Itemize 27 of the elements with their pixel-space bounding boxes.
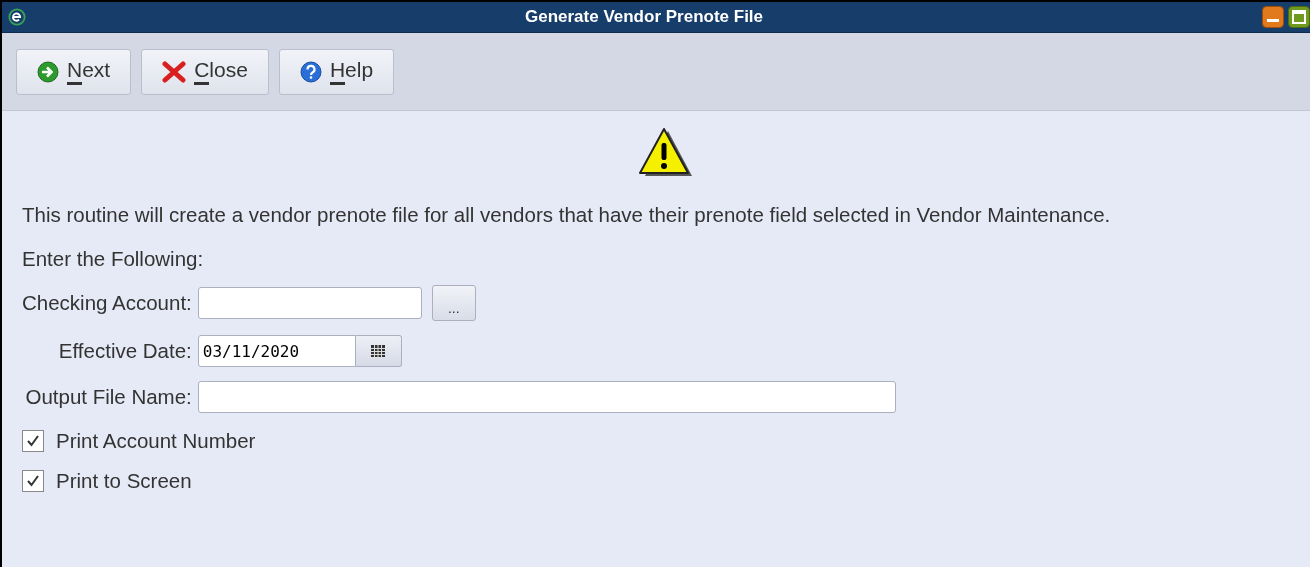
input-field[interactable] xyxy=(197,381,896,413)
check-icon xyxy=(25,473,41,489)
checkbox-label: Print to Screen xyxy=(56,469,192,493)
field-label: Checking Account: xyxy=(22,291,192,315)
message-text: This routine will create a vendor prenote file for all vendors that have their prenote field selected in Vendor Maintenance. xyxy=(22,202,1112,228)
warning-icon xyxy=(637,127,695,179)
help-icon xyxy=(299,60,322,83)
toolbar-button[interactable]: Next xyxy=(16,48,132,95)
input-field[interactable] xyxy=(197,287,422,319)
window-title: Generate Vendor Prenote File xyxy=(523,7,765,27)
prompt-text: Enter the Following: xyxy=(22,246,205,272)
lookup-button[interactable]: ... xyxy=(431,285,476,321)
toolbar-button[interactable]: Close xyxy=(141,48,269,95)
field-label: Effective Date: xyxy=(57,339,192,363)
calendar-button[interactable] xyxy=(355,335,402,367)
maximize-button[interactable] xyxy=(1288,6,1310,28)
close-icon xyxy=(162,60,187,83)
minimize-button[interactable] xyxy=(1262,6,1284,28)
checkbox-label: Print Account Number xyxy=(56,429,256,453)
checkbox[interactable] xyxy=(22,430,44,452)
field-label: Output File Name: xyxy=(24,385,192,409)
toolbar-button[interactable]: Help xyxy=(278,48,395,95)
calendar-icon xyxy=(371,345,386,357)
checkbox[interactable] xyxy=(22,470,44,492)
check-icon xyxy=(25,433,41,449)
date-field[interactable]: 03/11/2020 xyxy=(197,335,356,367)
app-logo-icon xyxy=(8,8,26,26)
